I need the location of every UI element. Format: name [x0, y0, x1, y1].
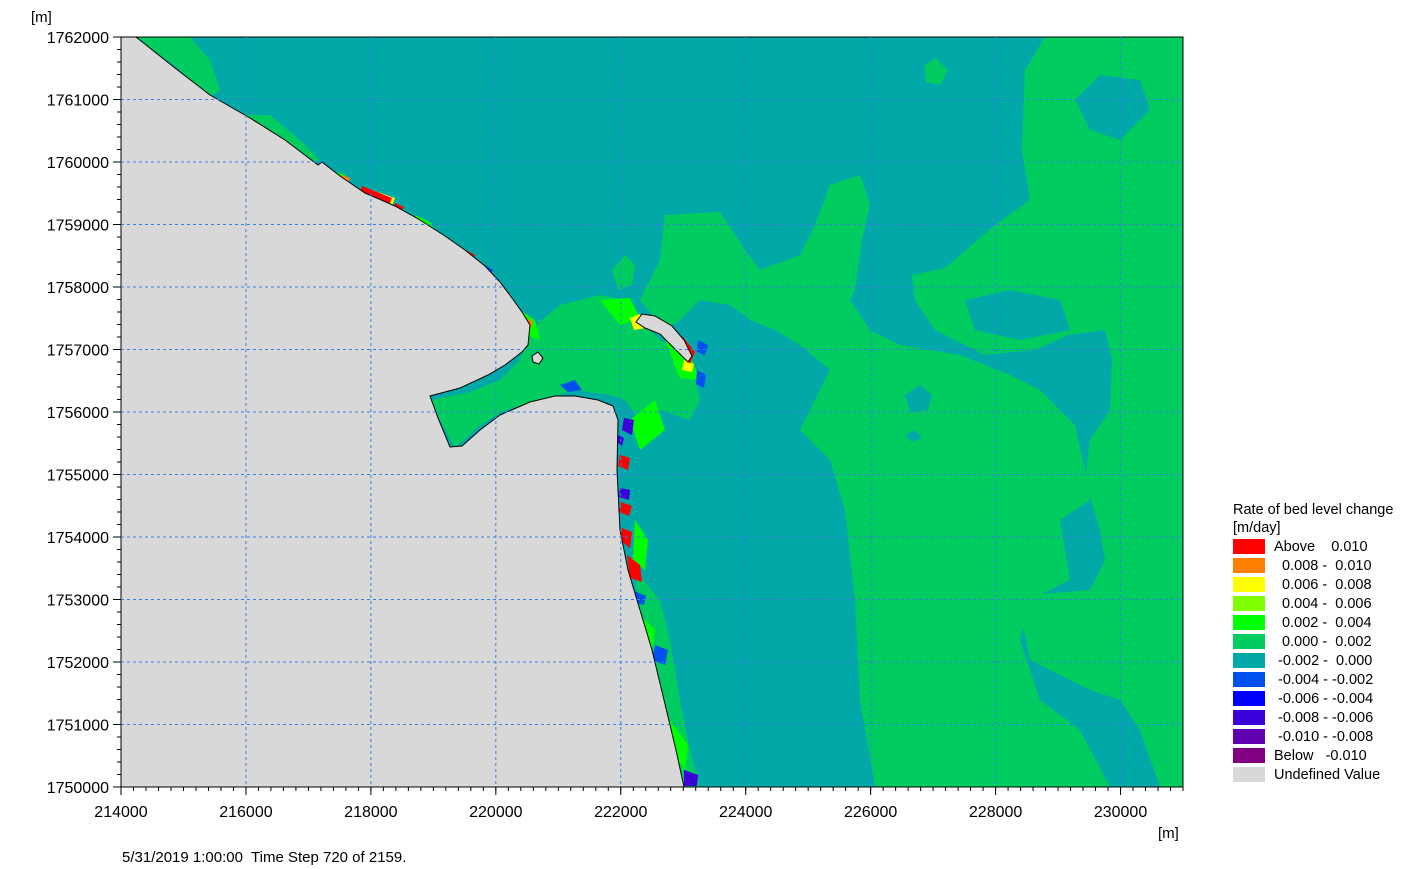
legend-rows: Above 0.010 0.008 - 0.010 0.006 - 0.008 … — [1233, 537, 1405, 784]
x-tick-label: 228000 — [969, 804, 1022, 821]
legend-label: 0.000 - 0.002 — [1274, 633, 1372, 650]
legend-label: Undefined Value — [1274, 766, 1381, 783]
legend-entry: Below -0.010 — [1233, 746, 1405, 765]
legend-entry: -0.002 - 0.000 — [1233, 651, 1405, 670]
y-tick-label: 1762000 — [47, 30, 109, 47]
legend-label: 0.004 - 0.006 — [1274, 595, 1372, 612]
legend-swatch — [1233, 577, 1265, 592]
y-tick-label: 1757000 — [47, 343, 109, 360]
x-axis-unit: [m] — [1158, 825, 1179, 842]
y-tick-label: 1755000 — [47, 468, 109, 485]
legend-label: Below -0.010 — [1274, 747, 1367, 764]
legend-label: -0.010 - -0.008 — [1274, 728, 1374, 745]
legend-label: 0.006 - 0.008 — [1274, 576, 1372, 593]
x-tick-label: 230000 — [1094, 804, 1147, 821]
legend-entry: 0.002 - 0.004 — [1233, 613, 1405, 632]
y-tick-label: 1760000 — [47, 155, 109, 172]
legend-swatch — [1233, 748, 1265, 763]
y-tick-label: 1759000 — [47, 218, 109, 235]
legend-entry: -0.006 - -0.004 — [1233, 689, 1405, 708]
legend-unit: [m/day] — [1233, 520, 1281, 536]
legend-title: Rate of bed level change — [1233, 502, 1394, 518]
bed-level-map: 214000 216000 218000 220000 222000 224000 2260… — [31, 9, 1184, 842]
legend-label: -0.004 - -0.002 — [1274, 671, 1374, 688]
x-tick-label: 216000 — [219, 804, 272, 821]
y-tick-label: 1761000 — [47, 93, 109, 110]
y-axis-unit: [m] — [31, 9, 52, 26]
legend-swatch — [1233, 653, 1265, 668]
legend-entry: Above 0.010 — [1233, 537, 1405, 556]
legend-label: -0.008 - -0.006 — [1274, 709, 1374, 726]
legend-entry: 0.006 - 0.008 — [1233, 575, 1405, 594]
legend-entry: 0.004 - 0.006 — [1233, 594, 1405, 613]
x-tick-label: 226000 — [844, 804, 897, 821]
legend-swatch — [1233, 539, 1265, 554]
legend-label: Above 0.010 — [1274, 538, 1368, 555]
x-tick-label: 224000 — [719, 804, 772, 821]
time-step-status: 5/31/2019 1:00:00 Time Step 720 of 2159. — [122, 849, 407, 866]
legend-entry: 0.008 - 0.010 — [1233, 556, 1405, 575]
y-tick-label: 1752000 — [47, 655, 109, 672]
legend-swatch — [1233, 672, 1265, 687]
y-tick-label: 1756000 — [47, 405, 109, 422]
y-tick-label: 1754000 — [47, 530, 109, 547]
x-tick-label: 218000 — [344, 804, 397, 821]
legend-swatch — [1233, 691, 1265, 706]
y-tick-label: 1758000 — [47, 280, 109, 297]
x-tick-label: 214000 — [94, 804, 147, 821]
x-tick-label: 220000 — [469, 804, 522, 821]
legend-entry: -0.004 - -0.002 — [1233, 670, 1405, 689]
legend: Rate of bed level change [m/day] Above 0… — [1233, 501, 1405, 784]
y-tick-label: 1750000 — [47, 780, 109, 797]
legend-swatch — [1233, 767, 1265, 782]
x-tick-label: 222000 — [594, 804, 647, 821]
legend-label: -0.006 - -0.004 — [1274, 690, 1374, 707]
legend-swatch — [1233, 558, 1265, 573]
legend-entry: 0.000 - 0.002 — [1233, 632, 1405, 651]
legend-label: 0.002 - 0.004 — [1274, 614, 1372, 631]
legend-label: -0.002 - 0.000 — [1274, 652, 1373, 669]
legend-swatch — [1233, 729, 1265, 744]
y-tick-label: 1753000 — [47, 593, 109, 610]
legend-entry: Undefined Value — [1233, 765, 1405, 784]
legend-label: 0.008 - 0.010 — [1274, 557, 1372, 574]
legend-swatch — [1233, 710, 1265, 725]
y-tick-label: 1751000 — [47, 718, 109, 735]
legend-entry: -0.010 - -0.008 — [1233, 727, 1405, 746]
legend-swatch — [1233, 596, 1265, 611]
legend-swatch — [1233, 615, 1265, 630]
legend-entry: -0.008 - -0.006 — [1233, 708, 1405, 727]
legend-swatch — [1233, 634, 1265, 649]
